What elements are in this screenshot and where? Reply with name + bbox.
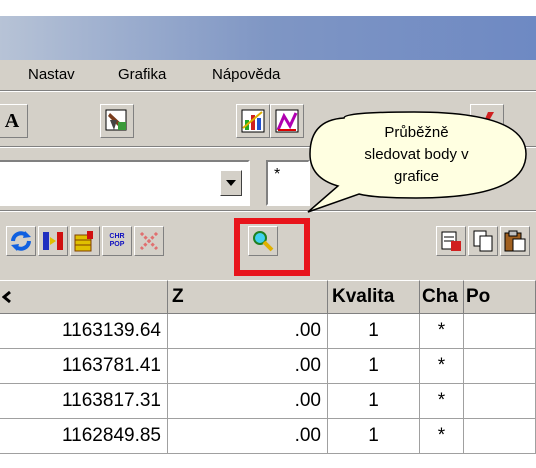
tooltip-line-2: sledovat body v — [364, 146, 469, 163]
layer-combo-dropdown[interactable] — [220, 170, 242, 196]
table-cell[interactable]: .00 — [168, 419, 328, 454]
chart-draw-button[interactable] — [270, 104, 304, 138]
table-cell[interactable]: * — [420, 314, 464, 349]
tooltip-text: Průběžně sledovat body v grafice — [304, 122, 529, 188]
table-cell[interactable]: .00 — [168, 384, 328, 419]
delete-x-icon — [139, 231, 159, 251]
column-header-kvalita[interactable]: Kvalita — [328, 280, 420, 314]
column-header-y[interactable] — [0, 280, 168, 314]
divider — [0, 91, 536, 92]
table-cell[interactable]: 1163781.41 — [0, 349, 168, 384]
table-cell[interactable] — [464, 384, 536, 419]
survey-tool-button[interactable] — [100, 104, 134, 138]
chr-pop-icon-bottom: POP — [109, 241, 125, 248]
chr-pop-button[interactable]: CHR POP — [102, 226, 132, 256]
table-cell[interactable]: 1162849.85 — [0, 419, 168, 454]
tooltip-line-1: Průběžně — [384, 124, 449, 141]
table-insert-icon — [74, 231, 93, 252]
table-cell[interactable] — [464, 349, 536, 384]
table-cell[interactable]: 1 — [328, 419, 420, 454]
survey-tool-icon — [105, 109, 127, 131]
table-cell[interactable]: * — [420, 419, 464, 454]
table-cell[interactable]: * — [420, 349, 464, 384]
swap-columns-button[interactable] — [38, 226, 68, 256]
layer-combo[interactable] — [0, 160, 250, 206]
tooltip-line-3: grafice — [393, 168, 440, 185]
delete-points-button[interactable] — [134, 226, 164, 256]
table-cell[interactable]: 1 — [328, 349, 420, 384]
table-cell[interactable]: 1 — [328, 314, 420, 349]
table-cell[interactable]: .00 — [168, 349, 328, 384]
column-header-po[interactable]: Po — [464, 280, 536, 314]
paste-special-icon — [441, 231, 461, 251]
copy-icon — [473, 230, 493, 252]
column-header-arrow-icon — [1, 284, 12, 310]
swap-columns-icon — [43, 232, 63, 250]
copy-button[interactable] — [468, 226, 498, 256]
text-tool-label: A — [4, 109, 20, 132]
paste-button[interactable] — [500, 226, 530, 256]
chart-edit-button[interactable] — [236, 104, 270, 138]
table-cell[interactable]: .00 — [168, 314, 328, 349]
chart-draw-icon — [275, 109, 299, 133]
window-titlebar[interactable] — [0, 16, 536, 60]
refresh-button[interactable] — [6, 226, 36, 256]
top-strip — [0, 0, 536, 16]
table-cell[interactable]: 1 — [328, 384, 420, 419]
menu-napoveda[interactable]: Nápověda — [212, 66, 280, 83]
text-tool-button[interactable]: A — [0, 104, 28, 138]
paste-special-button[interactable] — [436, 226, 466, 256]
table-cell[interactable] — [464, 314, 536, 349]
menu-nastav[interactable]: Nastav — [28, 66, 75, 83]
menu-grafika[interactable]: Grafika — [118, 66, 166, 83]
chr-pop-icon-top: CHR — [109, 233, 125, 240]
chart-edit-icon — [241, 109, 265, 133]
table-insert-button[interactable] — [70, 226, 100, 256]
column-header-z[interactable]: Z — [168, 280, 328, 314]
column-header-cha[interactable]: Cha — [420, 280, 464, 314]
table-cell[interactable]: 1163139.64 — [0, 314, 168, 349]
table-cell[interactable]: 1163817.31 — [0, 384, 168, 419]
table-cell[interactable] — [464, 419, 536, 454]
table-cell[interactable]: * — [420, 384, 464, 419]
paste-icon — [504, 230, 526, 252]
highlight-frame — [234, 218, 310, 276]
refresh-icon — [11, 231, 31, 251]
chevron-down-icon — [226, 180, 236, 186]
mask-input-value: * — [274, 166, 281, 183]
